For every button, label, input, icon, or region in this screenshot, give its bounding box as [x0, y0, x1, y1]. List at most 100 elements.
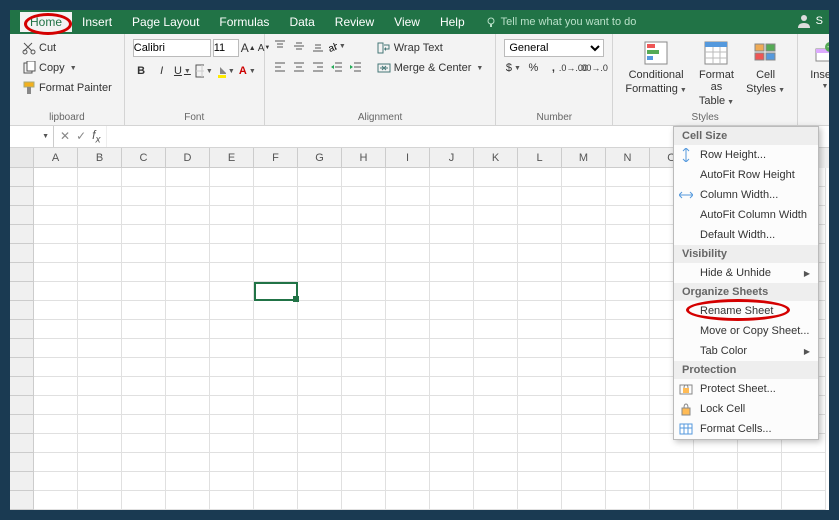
- cell[interactable]: [606, 206, 650, 225]
- tab-help[interactable]: Help: [430, 12, 475, 32]
- cell[interactable]: [562, 187, 606, 206]
- cell[interactable]: [122, 358, 166, 377]
- orientation-button[interactable]: ab▼: [328, 37, 346, 55]
- col-header[interactable]: B: [78, 148, 122, 168]
- cell[interactable]: [254, 358, 298, 377]
- cell[interactable]: [298, 282, 342, 301]
- row-header[interactable]: [10, 358, 34, 377]
- menu-lock-cell[interactable]: Lock Cell: [674, 399, 818, 419]
- cell[interactable]: [210, 320, 254, 339]
- cell[interactable]: [78, 263, 122, 282]
- menu-row-height[interactable]: Row Height...: [674, 145, 818, 165]
- cell[interactable]: [254, 472, 298, 491]
- cell[interactable]: [342, 434, 386, 453]
- cell[interactable]: [166, 263, 210, 282]
- cell[interactable]: [562, 377, 606, 396]
- cell[interactable]: [606, 491, 650, 510]
- cell[interactable]: [166, 415, 210, 434]
- tab-home[interactable]: Home: [20, 12, 72, 32]
- cut-button[interactable]: Cut: [18, 39, 116, 57]
- cell[interactable]: [562, 206, 606, 225]
- row-header[interactable]: [10, 225, 34, 244]
- cell[interactable]: [474, 339, 518, 358]
- cell[interactable]: [386, 472, 430, 491]
- cell[interactable]: [78, 339, 122, 358]
- cell[interactable]: [606, 168, 650, 187]
- row-header[interactable]: [10, 168, 34, 187]
- cell[interactable]: [562, 244, 606, 263]
- menu-default-width[interactable]: Default Width...: [674, 225, 818, 245]
- row-header[interactable]: [10, 320, 34, 339]
- cell[interactable]: [78, 168, 122, 187]
- cell[interactable]: [254, 396, 298, 415]
- col-header[interactable]: H: [342, 148, 386, 168]
- cell[interactable]: [298, 225, 342, 244]
- cell[interactable]: [210, 358, 254, 377]
- cell[interactable]: [34, 225, 78, 244]
- cell[interactable]: [298, 244, 342, 263]
- cell[interactable]: [78, 415, 122, 434]
- cell[interactable]: [430, 263, 474, 282]
- cell[interactable]: [430, 434, 474, 453]
- cell[interactable]: [122, 415, 166, 434]
- decrease-decimal-button[interactable]: .00→.0: [584, 59, 602, 77]
- cell[interactable]: [430, 225, 474, 244]
- cell[interactable]: [34, 168, 78, 187]
- cell[interactable]: [342, 263, 386, 282]
- cell[interactable]: [430, 415, 474, 434]
- font-name-combo[interactable]: [133, 39, 211, 57]
- conditional-formatting-button[interactable]: Conditional Formatting▼: [619, 37, 693, 110]
- cell[interactable]: [122, 282, 166, 301]
- cell[interactable]: [342, 187, 386, 206]
- cell[interactable]: [518, 301, 562, 320]
- cell[interactable]: [430, 244, 474, 263]
- cell[interactable]: [254, 301, 298, 320]
- cell[interactable]: [254, 206, 298, 225]
- cell[interactable]: [122, 301, 166, 320]
- cell[interactable]: [166, 168, 210, 187]
- cell[interactable]: [122, 377, 166, 396]
- cell[interactable]: [782, 491, 826, 510]
- cell[interactable]: [474, 320, 518, 339]
- cell[interactable]: [342, 472, 386, 491]
- cell[interactable]: [342, 358, 386, 377]
- cell[interactable]: [34, 472, 78, 491]
- cell[interactable]: [562, 301, 606, 320]
- cell[interactable]: [78, 301, 122, 320]
- cell[interactable]: [122, 244, 166, 263]
- cell[interactable]: [342, 225, 386, 244]
- tab-insert[interactable]: Insert: [72, 12, 122, 32]
- cell[interactable]: [562, 396, 606, 415]
- increase-font-button[interactable]: A▲: [241, 39, 256, 57]
- enter-formula-button[interactable]: ✓: [76, 129, 86, 143]
- cell[interactable]: [562, 263, 606, 282]
- cell[interactable]: [782, 453, 826, 472]
- cell[interactable]: [518, 225, 562, 244]
- row-header[interactable]: [10, 491, 34, 510]
- cell[interactable]: [562, 225, 606, 244]
- copy-button[interactable]: Copy▼: [18, 59, 116, 77]
- cell[interactable]: [34, 434, 78, 453]
- cell[interactable]: [518, 168, 562, 187]
- cell[interactable]: [166, 377, 210, 396]
- cell[interactable]: [166, 206, 210, 225]
- cell[interactable]: [342, 168, 386, 187]
- cell[interactable]: [782, 472, 826, 491]
- cell[interactable]: [430, 358, 474, 377]
- cell[interactable]: [386, 206, 430, 225]
- cell[interactable]: [298, 472, 342, 491]
- cell[interactable]: [430, 320, 474, 339]
- cell[interactable]: [518, 320, 562, 339]
- cell[interactable]: [562, 415, 606, 434]
- cell[interactable]: [122, 168, 166, 187]
- cell[interactable]: [78, 472, 122, 491]
- cell[interactable]: [342, 396, 386, 415]
- cell[interactable]: [606, 472, 650, 491]
- wrap-text-button[interactable]: Wrap Text: [373, 39, 488, 57]
- row-header[interactable]: [10, 282, 34, 301]
- cell[interactable]: [474, 491, 518, 510]
- cell[interactable]: [34, 377, 78, 396]
- cell[interactable]: [34, 358, 78, 377]
- cell[interactable]: [254, 263, 298, 282]
- cell[interactable]: [562, 339, 606, 358]
